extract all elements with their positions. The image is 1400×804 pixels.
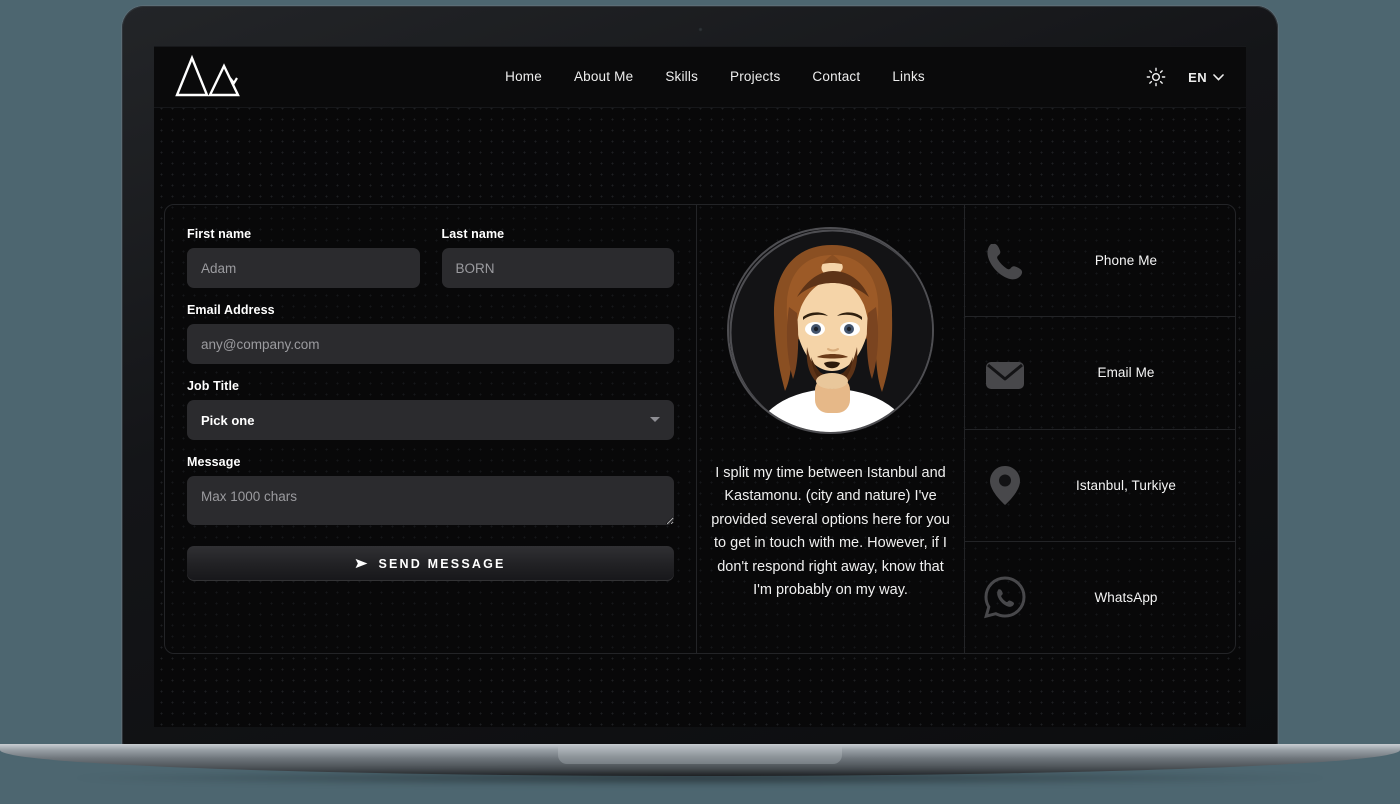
contact-method-phone[interactable]: Phone Me [965,205,1235,318]
envelope-icon [981,349,1029,397]
profile-bio: I split my time between Istanbul and Kas… [711,465,950,599]
contact-methods-list: Phone Me Email Me Istanbul, Turkiye What… [965,205,1235,653]
chevron-down-icon [1213,73,1224,81]
nav-link-links[interactable]: Links [892,69,925,84]
whatsapp-icon [981,573,1029,621]
send-message-label: SEND MESSAGE [378,556,506,571]
laptop-mockup: Home About Me Skills Projects Contact Li… [0,0,1400,804]
laptop-shadow [60,770,1340,786]
nav-item-links[interactable]: Links [892,68,925,86]
last-name-input[interactable] [441,248,674,288]
nav-item-skills[interactable]: Skills [665,68,698,86]
sun-icon[interactable] [1146,67,1166,87]
profile-column: I split my time between Istanbul and Kas… [697,205,965,653]
nav-link-home[interactable]: Home [505,69,542,84]
job-title-label: Job Title [187,379,240,393]
website-viewport: Home About Me Skills Projects Contact Li… [154,46,1246,727]
mountains-logo[interactable] [174,52,252,102]
contact-method-label: Phone Me [1094,253,1158,269]
name-row: First name Last name [187,227,674,303]
laptop-base-notch [558,746,842,764]
nav-link-projects[interactable]: Projects [730,69,780,84]
message-field-block: Message [187,455,674,530]
send-message-button[interactable]: SEND MESSAGE [187,546,674,581]
webcam-dot [697,27,703,32]
first-name-field-block: First name [187,227,420,288]
language-switcher[interactable]: EN [1188,70,1224,85]
header-actions: EN [1146,67,1224,87]
contact-method-label: WhatsApp [1094,589,1158,605]
send-icon [355,558,368,569]
contact-method-location[interactable]: Istanbul, Turkiye [965,430,1235,542]
message-textarea[interactable] [187,476,674,525]
nav-item-home[interactable]: Home [505,68,542,86]
contact-method-label: Istanbul, Turkiye [1076,477,1176,493]
language-value: EN [1188,69,1207,85]
last-name-label: Last name [441,227,505,241]
avatar-illustration [727,227,934,434]
contact-form: First name Last name Email Address [165,205,697,653]
contact-method-email[interactable]: Email Me [965,317,1235,430]
contact-method-label: Email Me [1097,365,1155,381]
nav-link-skills[interactable]: Skills [665,69,698,84]
map-pin-icon [981,461,1029,509]
nav-link-about-me[interactable]: About Me [574,69,633,84]
email-input[interactable] [187,324,674,364]
first-name-label: First name [187,227,252,241]
first-name-input[interactable] [187,248,420,288]
nav-link-contact[interactable]: Contact [812,69,860,84]
message-label: Message [187,455,241,469]
phone-icon [981,237,1029,285]
nav-item-projects[interactable]: Projects [730,68,780,86]
laptop-screen: Home About Me Skills Projects Contact Li… [154,46,1246,727]
job-title-field-block: Job Title Pick one [187,379,674,440]
site-header: Home About Me Skills Projects Contact Li… [154,46,1246,108]
main-navigation: Home About Me Skills Projects Contact Li… [475,68,925,86]
nav-item-about-me[interactable]: About Me [574,68,633,86]
job-title-select-wrap: Pick one [187,400,674,440]
last-name-field-block: Last name [441,227,674,288]
email-field-block: Email Address [187,303,674,364]
job-title-select[interactable]: Pick one [187,400,674,440]
contact-method-whatsapp[interactable]: WhatsApp [965,542,1235,653]
nav-item-contact[interactable]: Contact [812,68,860,86]
email-label: Email Address [187,303,275,317]
contact-card: First name Last name Email Address [164,204,1236,654]
